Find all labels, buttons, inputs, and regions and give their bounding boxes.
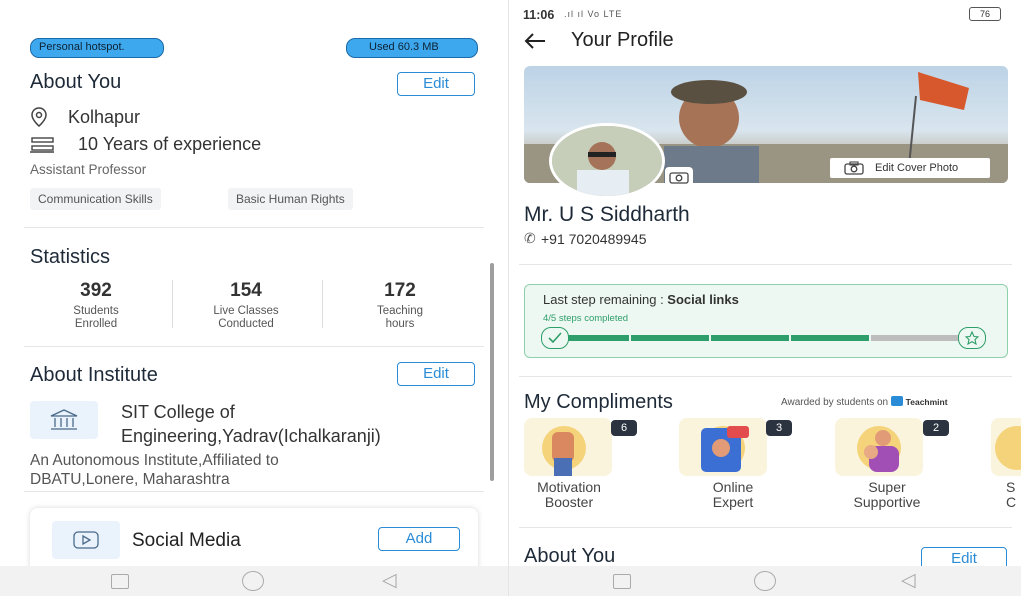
social-media-add-button[interactable]: Add: [378, 527, 460, 551]
compliment-count-badge: 6: [611, 420, 637, 436]
edit-cover-label: Edit Cover Photo: [875, 162, 959, 174]
recent-apps-button[interactable]: [613, 574, 631, 589]
experience-text: 10 Years of experience: [78, 134, 262, 154]
about-institute-heading: About Institute: [30, 364, 158, 386]
compliment-card[interactable]: [679, 418, 767, 476]
avatar-camera-button[interactable]: [665, 167, 693, 187]
check-icon: [548, 332, 562, 344]
role-text: Assistant Professor: [30, 162, 147, 177]
phone-number: +91 7020489945: [541, 231, 647, 247]
profile-progress-card[interactable]: Last step remaining : Social links 4/5 s…: [524, 284, 1008, 358]
compliment-label: Online Expert: [712, 479, 754, 510]
skill-chip: Basic Human Rights: [228, 188, 353, 210]
profile-name: Mr. U S Siddharth: [524, 203, 690, 226]
progress-title: Last step remaining : Social links: [543, 292, 739, 307]
phone-icon: ✆: [524, 230, 536, 246]
hotspot-pill[interactable]: Personal hotspot.: [30, 38, 164, 58]
home-button[interactable]: [754, 571, 776, 591]
progress-step-pending: [871, 335, 959, 341]
statistics-heading: Statistics: [30, 246, 111, 268]
progress-step-complete: [711, 335, 789, 341]
battery: 76: [969, 7, 1001, 21]
stat-label: Students Enrolled: [73, 305, 119, 330]
location-pin-icon: [31, 107, 47, 127]
camera-icon: [844, 161, 864, 175]
progress-step-complete: [791, 335, 869, 341]
android-navigation-bar: ◁: [0, 566, 508, 596]
stat-value: 172: [384, 280, 416, 301]
section-divider: [519, 527, 1012, 528]
avatar[interactable]: [549, 123, 665, 199]
social-media-title: Social Media: [132, 530, 241, 551]
status-signal: .ıl ıl Vo LTE: [564, 9, 623, 19]
compliment-illustration: [995, 426, 1021, 470]
progress-step-complete: [631, 335, 709, 341]
compliment-count-badge: 2: [923, 420, 949, 436]
institute-description: An Autonomous Institute,Affiliated to DBA…: [30, 452, 279, 488]
stat-separator: [172, 280, 173, 328]
progress-start-marker: [541, 327, 569, 349]
compliment-label: Super Supportive: [853, 479, 921, 510]
compliment-card[interactable]: [524, 418, 612, 476]
stat-value: 154: [230, 280, 262, 301]
back-button[interactable]: ◁: [382, 571, 397, 590]
camera-icon: [669, 172, 689, 184]
compliment-card[interactable]: [835, 418, 923, 476]
stat-value: 392: [80, 280, 112, 301]
skill-chip: Communication Skills: [30, 188, 161, 210]
super-supportive-illustration: [857, 426, 901, 472]
signal-bars-icon: .ıl ıl: [564, 9, 585, 19]
section-divider: [519, 264, 1012, 265]
institute-logo: [30, 401, 98, 439]
about-you-heading: About You: [30, 71, 122, 93]
online-expert-illustration: [701, 426, 749, 472]
stat-label: Live Classes Conducted: [213, 305, 279, 330]
teachmint-logo-icon: [890, 396, 903, 406]
status-time: 11:06: [523, 8, 555, 22]
about-institute-edit-button[interactable]: Edit: [397, 362, 475, 386]
social-media-icon-box: [52, 521, 120, 559]
compliments-heading: My Compliments: [524, 391, 673, 413]
about-you-heading: About You: [524, 545, 616, 567]
back-button[interactable]: ◁: [901, 571, 916, 590]
android-navigation-bar: ◁: [509, 566, 1021, 596]
right-screen: 11:06 .ıl ıl Vo LTE 76 Your Profile Edit…: [508, 0, 1021, 596]
section-divider: [519, 376, 1012, 377]
progress-steps-text: 4/5 steps completed: [543, 313, 629, 324]
section-divider: [24, 491, 484, 492]
institute-name: SIT College of Engineering,Yadrav(Ichalka…: [121, 402, 381, 446]
progress-end-marker: [958, 327, 986, 349]
location-text: Kolhapur: [68, 107, 141, 127]
avatar-photo-image: [552, 126, 662, 196]
back-arrow-icon[interactable]: [524, 32, 546, 50]
compliment-card[interactable]: [991, 418, 1021, 476]
recent-apps-button[interactable]: [111, 574, 129, 589]
home-button[interactable]: [242, 571, 264, 591]
experience-icon: [30, 137, 54, 153]
compliment-count-badge: 3: [766, 420, 792, 436]
section-divider: [24, 346, 484, 347]
bank-icon: [50, 409, 78, 430]
page-title: Your Profile: [571, 29, 674, 51]
left-screen: Personal hotspot. Used 60.3 MB About You…: [0, 0, 508, 596]
edit-cover-photo-button[interactable]: Edit Cover Photo: [830, 158, 990, 178]
data-used-label: Used 60.3 MB: [369, 41, 439, 53]
section-divider: [24, 227, 484, 228]
hotspot-label: Personal hotspot.: [39, 41, 125, 53]
motivation-booster-illustration: [542, 426, 586, 476]
about-you-edit-button[interactable]: Edit: [397, 72, 475, 96]
compliment-label: SC: [1006, 479, 1017, 510]
star-icon: [965, 331, 979, 345]
stat-label: Teaching hours: [376, 305, 424, 330]
stat-separator: [322, 280, 323, 328]
awarded-by-text: Awarded by students on Teachmint: [781, 396, 948, 408]
data-used-pill: Used 60.3 MB: [346, 38, 478, 58]
compliment-label: Motivation Booster: [537, 479, 601, 510]
scrollbar-thumb[interactable]: [490, 263, 494, 481]
video-play-icon: [73, 531, 99, 549]
